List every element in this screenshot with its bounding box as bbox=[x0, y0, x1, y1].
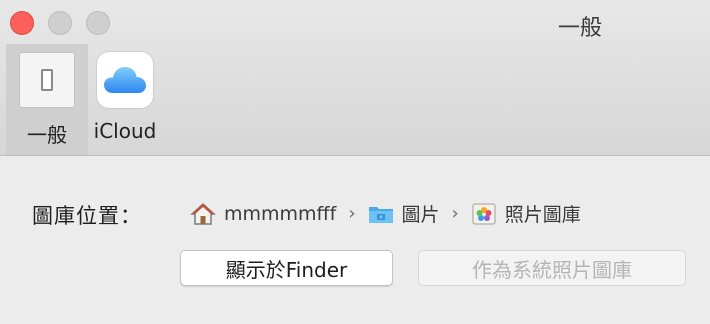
icloud-icon bbox=[97, 52, 153, 108]
tab-general[interactable]: 一般 bbox=[6, 44, 88, 155]
path-separator: › bbox=[451, 203, 459, 224]
general-pane: 圖庫位置： mmmmmfff › 圖片 › 照片圖庫 顯示於Finder 作為系… bbox=[0, 156, 710, 324]
preferences-window: 一般 一般 iCloud 圖庫位置： mmmmmfff › 圖片 › 照片圖庫 … bbox=[0, 0, 710, 324]
title-bar: 一般 一般 iCloud bbox=[0, 0, 710, 156]
path-segment-library[interactable]: 照片圖庫 bbox=[471, 200, 581, 227]
path-segment-home[interactable]: mmmmmfff bbox=[190, 202, 336, 226]
path-separator: › bbox=[348, 203, 356, 224]
show-in-finder-button[interactable]: 顯示於Finder bbox=[180, 250, 393, 286]
zoom-button[interactable] bbox=[86, 11, 110, 35]
tab-general-label: 一般 bbox=[27, 123, 67, 147]
path-text-pictures: 圖片 bbox=[401, 204, 440, 226]
tab-icloud[interactable]: iCloud bbox=[84, 44, 166, 155]
path-segment-pictures[interactable]: 圖片 bbox=[368, 200, 440, 227]
library-path: mmmmmfff › 圖片 › 照片圖庫 bbox=[190, 200, 581, 227]
switch-icon bbox=[19, 52, 75, 108]
window-controls bbox=[10, 11, 110, 35]
close-button[interactable] bbox=[10, 11, 34, 35]
library-location-label: 圖庫位置： bbox=[32, 204, 142, 228]
path-text-home: mmmmmfff bbox=[224, 202, 337, 225]
tab-icloud-label: iCloud bbox=[93, 119, 157, 143]
window-title: 一般 bbox=[557, 16, 602, 41]
use-as-system-library-button[interactable]: 作為系統照片圖庫 bbox=[418, 250, 686, 286]
pictures-folder-icon bbox=[368, 202, 394, 226]
path-text-library: 照片圖庫 bbox=[504, 204, 581, 226]
minimize-button[interactable] bbox=[48, 11, 72, 35]
home-folder-icon bbox=[190, 202, 216, 226]
photos-library-icon bbox=[471, 202, 497, 226]
